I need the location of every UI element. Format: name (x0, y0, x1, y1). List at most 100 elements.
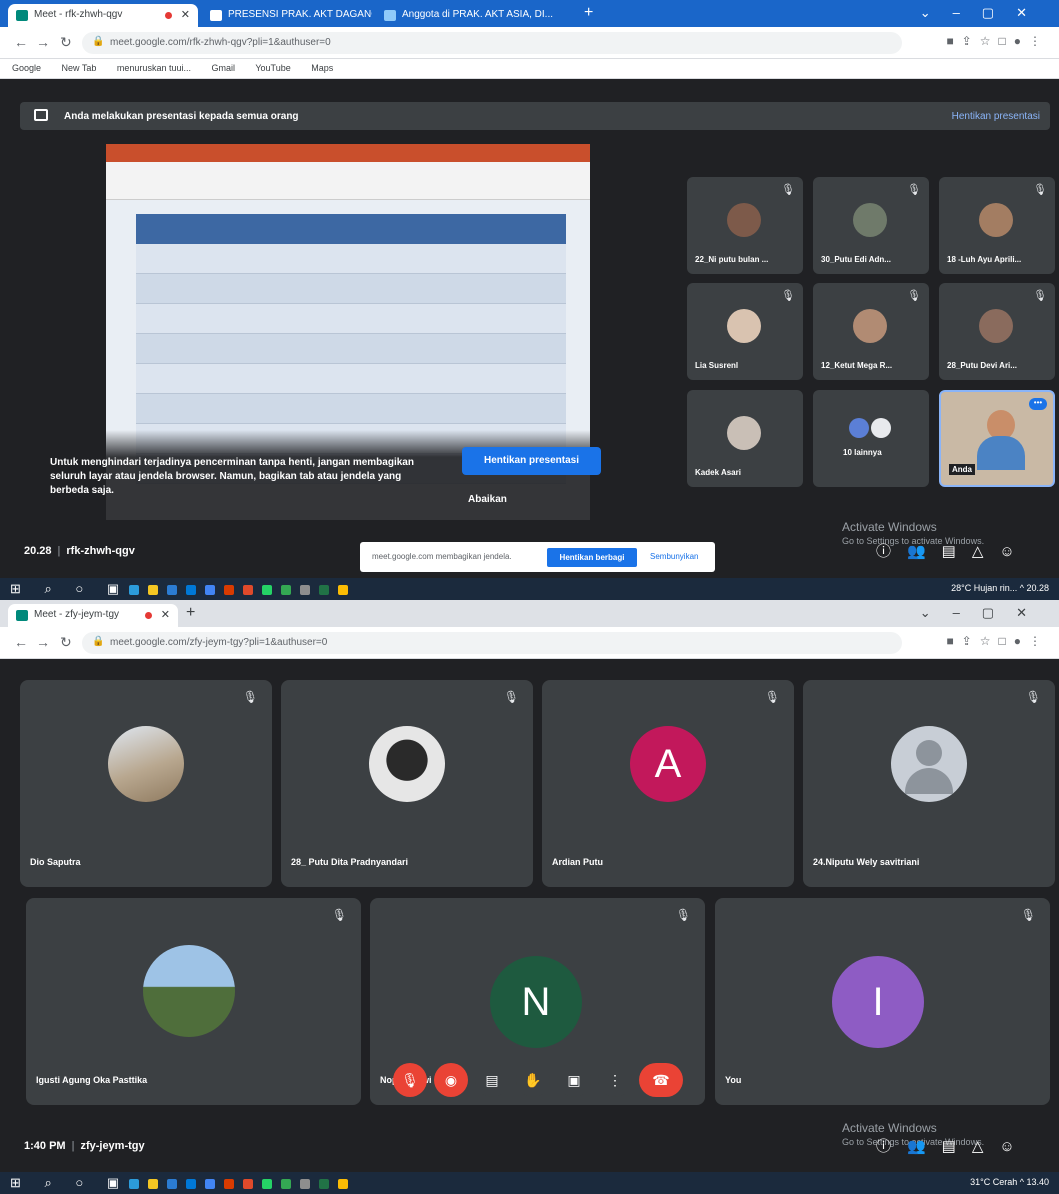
meeting-info-bar: 1:40 PM | zfy-jeym-tgy Activate Windows Go… (0, 1121, 1059, 1173)
browser-toolbar: ← → ↻ 🔒 meet.google.com/rfk-zhwh-qgv?pli… (0, 27, 1059, 59)
stop-presenting-button[interactable]: Hentikan presentasi (462, 447, 601, 475)
lock-icon: 🔒 (92, 36, 105, 47)
bookmark-google[interactable]: Google (12, 63, 41, 73)
more-options-button[interactable]: ⋮ (598, 1063, 632, 1097)
avatar (369, 726, 445, 802)
bookmark-youtube[interactable]: YouTube (255, 63, 290, 73)
mic-off-button[interactable]: 🎙 (393, 1063, 427, 1097)
reload-icon[interactable]: ↻ (60, 634, 72, 651)
mic-off-icon: 🎙 (907, 290, 921, 302)
meeting-details[interactable]: 20.28 | rfk-zhwh-qgv (24, 545, 135, 557)
bookmark-tuui[interactable]: menuruskan tuui... (117, 63, 191, 73)
participant-tile[interactable]: 🎙 24.Niputu Wely savitriani (803, 680, 1055, 887)
raise-hand-button[interactable]: ✋ (516, 1063, 550, 1097)
mic-off-icon: 🎙 (503, 690, 519, 704)
tab-presensi[interactable]: PRESENSI PRAK. AKT DAGANG (202, 4, 372, 27)
mic-off-icon: 🎙 (764, 690, 780, 704)
window-controls[interactable]: ⌄–▢✕ (920, 5, 1049, 21)
taskbar-apps[interactable]: ⊞ ⌕ ○ ▣ (10, 1175, 357, 1191)
bookmark-newtab[interactable]: New Tab (62, 63, 97, 73)
self-video-tile[interactable]: ••• Anda (939, 390, 1055, 487)
meet-icon (16, 610, 28, 621)
meeting-controls: 🎙 ◉ ▤ ✋ ▣ ⋮ ☎ (0, 1063, 1059, 1107)
forward-icon[interactable]: → (36, 634, 50, 650)
stop-presenting-link[interactable]: Hentikan presentasi (952, 111, 1040, 122)
preview-titlebar (106, 144, 590, 162)
meet-icon (16, 10, 28, 21)
avatar (143, 945, 235, 1037)
window-controls[interactable]: ⌄–▢✕ (920, 605, 1049, 621)
address-bar[interactable]: 🔒 meet.google.com/rfk-zhwh-qgv?pli=1&aut… (82, 32, 902, 54)
mic-off-icon: 🎙 (1033, 184, 1047, 196)
tab-strip: Meet - zfy-jeym-tgy ✕ + ⌄–▢✕ (0, 600, 1059, 627)
bookmark-maps[interactable]: Maps (311, 63, 333, 73)
recording-dot-icon (165, 12, 172, 19)
bookmarks-bar: Google New Tab menuruskan tuui... Gmail … (0, 59, 1059, 79)
reload-icon[interactable]: ↻ (60, 34, 72, 51)
tab-meet[interactable]: Meet - rfk-zhwh-qgv ✕ (8, 4, 198, 27)
back-icon[interactable]: ← (14, 634, 28, 650)
taskbar-apps[interactable]: ⊞ ⌕ ○ ▣ (10, 581, 357, 597)
avatar-initial: A (630, 726, 706, 802)
participant-tile[interactable]: 🎙 Dio Saputra (20, 680, 272, 887)
participant-tile[interactable]: 🎙 28_ Putu Dita Pradnyandari (281, 680, 533, 887)
back-icon[interactable]: ← (14, 34, 28, 50)
participant-tile[interactable]: 🎙 30_Putu Edi Adn... (813, 177, 929, 274)
avatar (871, 418, 891, 438)
participant-tile[interactable]: 🎙 18 -Luh Ayu Aprili... (939, 177, 1055, 274)
hide-button[interactable]: Sembunyikan (650, 552, 698, 561)
mic-off-icon: 🎙 (1033, 290, 1047, 302)
participant-tile[interactable]: 🎙 Lia Susrenl (687, 283, 803, 380)
avatar (979, 203, 1013, 237)
avatar (853, 309, 887, 343)
new-tab-icon[interactable]: + (186, 604, 195, 622)
more-options-icon[interactable]: ••• (1029, 398, 1047, 410)
classroom-icon (384, 10, 396, 21)
camera-off-button[interactable]: ◉ (434, 1063, 468, 1097)
meeting-details[interactable]: 1:40 PM | zfy-jeym-tgy (24, 1140, 145, 1152)
participant-tile[interactable]: 🎙 22_Ni putu bulan ... (687, 177, 803, 274)
close-icon[interactable]: ✕ (161, 608, 170, 621)
participant-tile[interactable]: 🎙 28_Putu Devi Ari... (939, 283, 1055, 380)
windows-taskbar: ⊞ ⌕ ○ ▣ 28°C Hujan rin... ^ 20.28 (0, 578, 1059, 600)
preview-ribbon (106, 162, 590, 200)
forward-icon[interactable]: → (36, 34, 50, 50)
recording-dot-icon (145, 612, 152, 619)
tab-anggota[interactable]: Anggota di PRAK. AKT ASIA, DI... (376, 4, 576, 27)
mic-off-icon: 🎙 (907, 184, 921, 196)
mirror-warning-text: Untuk menghindari terjadinya pencerminan… (50, 457, 414, 496)
system-tray[interactable]: 31°C Cerah ^ 13.40 (970, 1177, 1049, 1187)
captions-button[interactable]: ▤ (475, 1063, 509, 1097)
new-tab-icon[interactable]: + (584, 4, 593, 22)
ignore-button[interactable]: Abaikan (468, 494, 507, 505)
participant-tile[interactable]: 🎙 A Ardian Putu (542, 680, 794, 887)
others-tile[interactable]: 10 lainnya (813, 390, 929, 487)
avatar (979, 309, 1013, 343)
close-icon[interactable]: ✕ (181, 8, 190, 21)
meeting-side-controls[interactable]: ⓘ👥▤△☺ (876, 1135, 1031, 1156)
participant-tile[interactable]: 🎙 12_Ketut Mega R... (813, 283, 929, 380)
bookmark-gmail[interactable]: Gmail (211, 63, 235, 73)
tab-meet[interactable]: Meet - zfy-jeym-tgy ✕ (8, 604, 178, 627)
address-bar[interactable]: 🔒 meet.google.com/zfy-jeym-tgy?pli=1&aut… (82, 632, 902, 654)
present-button[interactable]: ▣ (557, 1063, 591, 1097)
avatar (727, 416, 761, 450)
mic-off-icon: 🎙 (331, 908, 347, 922)
mic-off-icon: 🎙 (1025, 690, 1041, 704)
leave-call-button[interactable]: ☎ (639, 1063, 683, 1097)
stop-sharing-button[interactable]: Hentikan berbagi (547, 548, 637, 567)
default-avatar-icon (891, 726, 967, 802)
avatar (727, 309, 761, 343)
extension-icons[interactable]: ■⇪☆□●⋮ (946, 34, 1049, 48)
form-icon (210, 10, 222, 21)
avatar-initial: I (832, 956, 924, 1048)
windows-taskbar: ⊞ ⌕ ○ ▣ 31°C Cerah ^ 13.40 (0, 1172, 1059, 1194)
presenting-banner: Anda melakukan presentasi kepada semua o… (20, 102, 1050, 130)
avatar (727, 203, 761, 237)
system-tray[interactable]: 28°C Hujan rin... ^ 20.28 (951, 583, 1049, 593)
extension-icons[interactable]: ■⇪☆□●⋮ (946, 634, 1049, 648)
self-video-person (977, 410, 1025, 470)
avatar-initial: N (490, 956, 582, 1048)
participant-tile[interactable]: Kadek Asari (687, 390, 803, 487)
meeting-side-controls[interactable]: ⓘ👥▤△☺ (876, 540, 1031, 561)
